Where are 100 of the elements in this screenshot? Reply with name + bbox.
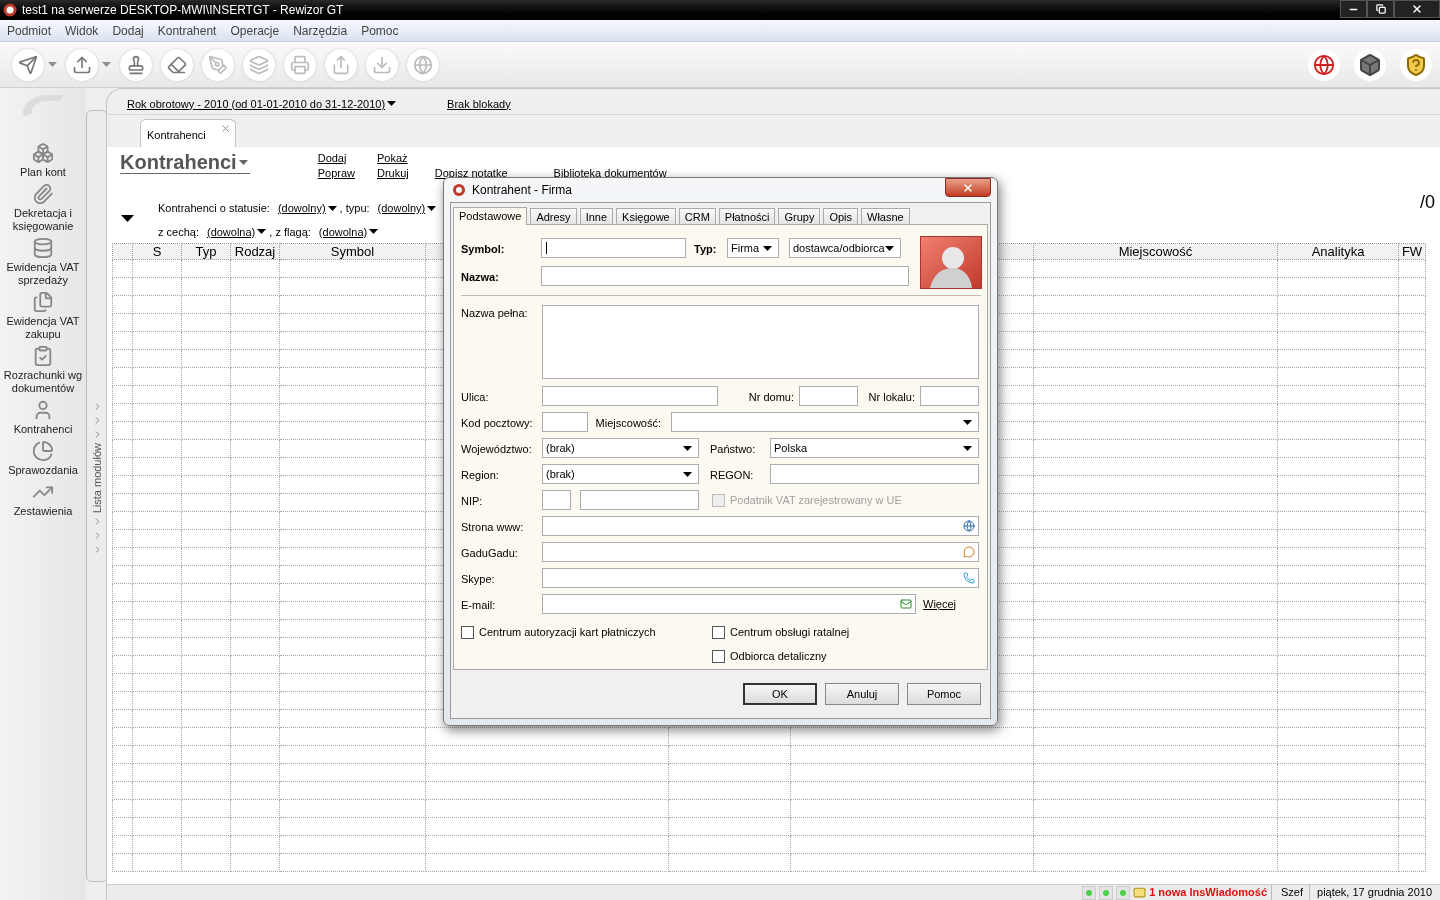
module-list-strip[interactable]: Lista modułów [86,110,108,882]
more-link[interactable]: Więcej [923,595,956,613]
input-field[interactable] [799,386,858,406]
checkbox-label: Podatnik VAT zarejestrowany w UE [730,493,902,507]
column-header[interactable]: FW [1398,243,1426,260]
dropdown[interactable]: Polska [770,438,979,458]
message-notice[interactable]: 1 nowa InsWiadomość [1149,884,1272,900]
toolbar-button[interactable] [66,48,98,81]
input-field[interactable] [542,516,979,536]
dialog-tab[interactable]: Adresy [530,208,577,224]
filter-dropdown[interactable]: (dowolna) [318,223,379,240]
column-header[interactable]: Analityka [1277,243,1399,260]
input-field[interactable] [542,490,571,510]
filter-dropdown[interactable]: (dowolna) [206,223,267,240]
checkbox[interactable] [461,625,474,639]
dialog-tab[interactable]: Grupy [778,208,821,224]
module-item[interactable]: Sprawozdania [1,440,85,477]
avatar-image[interactable] [920,236,982,289]
menu-item[interactable]: Pomoc [361,21,399,40]
checkbox[interactable] [712,649,725,663]
menu-item[interactable]: Widok [65,21,99,40]
chat-icon[interactable] [963,546,975,558]
dropdown[interactable] [671,412,979,432]
dropdown[interactable]: (brak) [542,438,699,458]
action-link[interactable]: Drukuj [377,166,409,181]
dropdown[interactable]: (brak) [542,464,699,484]
filter-dropdown[interactable]: (dowolny) [377,200,437,217]
input-field[interactable] [541,266,909,286]
close-icon [1411,3,1423,15]
dialog-tab[interactable]: Podstawowe [453,207,528,225]
page-title[interactable]: Kontrahenci [120,151,250,174]
module-item[interactable]: Ewidencja VAT sprzedaży [1,237,85,287]
action-link[interactable]: Biblioteka dokumentów [553,166,667,181]
module-item[interactable]: Zestawienia [1,481,85,518]
menu-item[interactable]: Dodaj [112,21,144,40]
menu-item[interactable]: Narzędzia [293,21,348,40]
input-field[interactable] [541,238,686,258]
input-field[interactable] [770,464,979,484]
column-header[interactable]: Symbol [279,243,426,260]
close-button[interactable] [945,178,991,197]
document-tab[interactable]: Kontrahenci [140,119,236,147]
dialog-tab[interactable]: Inne [579,208,614,224]
lock-link[interactable]: Brak blokady [447,95,511,112]
caret-icon [963,419,972,425]
dialog-button[interactable]: OK [743,683,817,705]
filter-dropdown[interactable]: (dowolny) [277,200,337,217]
input-field[interactable] [542,594,916,614]
field-label: Miejscowość: [595,416,661,429]
menu-item[interactable]: Podmiot [7,21,52,40]
dialog-tab[interactable]: Płatności [718,208,776,224]
mail-icon[interactable] [900,598,912,610]
column-header[interactable]: Miejscowość [1033,243,1278,260]
input-field[interactable] [542,412,588,432]
dialog-tab[interactable]: Własne [861,208,910,224]
help-button[interactable] [1400,48,1432,81]
menu-item[interactable]: Operacje [230,21,280,40]
dialog-tab[interactable]: Księgowe [616,208,676,224]
module-item[interactable]: Kontrahenci [1,399,85,436]
close-icon[interactable] [220,123,231,134]
collapse-icon[interactable] [121,215,134,222]
dialog-button[interactable]: Anuluj [825,683,899,705]
field-label: NIP: [461,494,483,507]
module-item[interactable]: Ewidencja VAT zakupu [1,291,85,341]
dialog-button[interactable]: Pomoc [907,683,981,705]
field-label: Województwo: [461,442,532,455]
toolbar-button[interactable] [161,48,193,81]
toolbar-button[interactable] [12,48,44,81]
dialog-tab[interactable]: CRM [678,208,716,224]
menu-item[interactable]: Kontrahent [157,21,217,40]
toolbar-button[interactable] [1308,48,1340,81]
column-header[interactable]: Typ [181,243,231,260]
module-item[interactable]: Plan kont [1,142,85,179]
dropdown[interactable]: dostawca/odbiorca [789,238,901,258]
action-link[interactable]: Popraw [317,166,355,181]
module-item[interactable]: Dekretacja i księgowanie [1,183,85,233]
input-field[interactable] [920,386,979,406]
action-link[interactable]: Dopisz notatkę [434,166,508,181]
action-link[interactable]: Pokaż [377,151,409,166]
column-header[interactable]: Rodzaj [230,243,280,260]
input-field[interactable] [542,542,979,562]
checkbox[interactable] [712,625,725,639]
module-item[interactable]: Rozrachunki wg dokumentów [1,345,85,395]
column-header[interactable]: S [132,243,182,260]
dropdown[interactable]: Firma [727,238,779,258]
restore-button[interactable] [1367,0,1394,18]
phone-icon[interactable] [963,572,975,584]
text-area[interactable] [542,305,979,379]
user-name: Szef [1275,884,1310,900]
globe-icon[interactable] [963,520,975,532]
action-link[interactable]: Dodaj [317,151,355,166]
toolbar-button[interactable] [120,48,152,81]
input-field[interactable] [542,386,718,406]
toolbar-button[interactable] [1354,48,1386,81]
close-button[interactable] [1394,0,1440,18]
input-field[interactable] [542,568,979,588]
field-label: Nr domu: [748,390,794,403]
period-link[interactable]: Rok obrotowy - 2010 (od 01-01-2010 do 31-12-2010) [127,95,397,112]
caret-icon [327,205,337,211]
dialog-tab[interactable]: Opis [823,208,859,224]
input-field[interactable] [580,490,699,510]
